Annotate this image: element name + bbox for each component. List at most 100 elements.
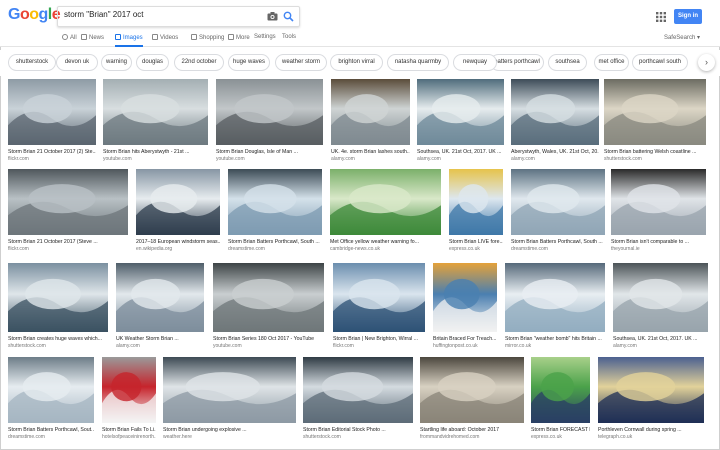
result-caption[interactable]: Storm Brian FORECAST live ...: [531, 427, 590, 433]
result-thumbnail[interactable]: [102, 357, 156, 423]
tab-news[interactable]: News: [81, 34, 104, 47]
chip-related-search[interactable]: newquay: [453, 54, 497, 71]
chip-related-search[interactable]: devon uk: [56, 54, 98, 71]
result-caption[interactable]: Aberystwyth, Wales, UK. 21st Oct, 20...: [511, 149, 599, 155]
search-box[interactable]: storm "Brian" 2017 oct: [57, 6, 300, 27]
tab-shopping[interactable]: Shopping: [191, 34, 224, 47]
image-result[interactable]: Storm Brian Batters Porthcawl, South ...…: [228, 169, 322, 255]
result-thumbnail[interactable]: [611, 169, 706, 235]
image-result[interactable]: Storm Brian Douglas, Isle of Man ... yout…: [216, 79, 323, 165]
image-result[interactable]: UK Weather Storm Brian ... alamy.com: [116, 263, 204, 352]
result-thumbnail[interactable]: [116, 263, 204, 332]
apps-grid-icon[interactable]: [656, 12, 666, 22]
result-caption[interactable]: Southsea, UK. 21st Oct, 2017. UK ...: [417, 149, 504, 155]
image-result[interactable]: Startling life aboard: October 2017 fromm…: [420, 357, 524, 443]
camera-icon[interactable]: [267, 12, 278, 21]
result-thumbnail[interactable]: [511, 169, 605, 235]
result-caption[interactable]: Storm Brian LIVE fore...: [449, 239, 503, 245]
result-caption[interactable]: Storm Brian Editorial Stock Photo ...: [303, 427, 413, 433]
chip-related-search[interactable]: batters porthcawl: [490, 54, 544, 71]
chip-related-search[interactable]: southsea: [548, 54, 587, 71]
result-caption[interactable]: Met Office yellow weather warning fo...: [330, 239, 441, 245]
result-thumbnail[interactable]: [511, 79, 599, 145]
tab-more[interactable]: More: [228, 34, 250, 47]
sign-in-button[interactable]: Sign in: [674, 9, 702, 24]
image-result[interactable]: Storm Brian Batters Porthcawl, South ...…: [511, 169, 605, 255]
result-caption[interactable]: Storm Brian Batters Porthcawl, South ...: [511, 239, 605, 245]
image-result[interactable]: Storm Brian FORECAST live ...express.co.…: [531, 357, 590, 443]
chip-related-search[interactable]: 22nd october: [174, 54, 224, 71]
result-caption[interactable]: Britain Braced For Treach...: [433, 336, 497, 342]
image-result[interactable]: Britain Braced For Treach... huffingtonpo…: [433, 263, 497, 352]
result-thumbnail[interactable]: [331, 79, 410, 145]
result-thumbnail[interactable]: [216, 79, 323, 145]
result-thumbnail[interactable]: [604, 79, 706, 145]
result-thumbnail[interactable]: [417, 79, 504, 145]
chevron-right-icon[interactable]: ›: [698, 54, 715, 71]
image-result[interactable]: Storm Brian Fails To Li... hotelsofpeacei…: [102, 357, 156, 443]
image-result[interactable]: Storm Brian Batters Porthcawl, Sout... dr…: [8, 357, 94, 443]
image-result[interactable]: Southsea, UK. 21st Oct, 2017. UK ... alam…: [417, 79, 504, 165]
google-logo[interactable]: Google: [8, 6, 61, 24]
tab-tools[interactable]: Tools: [282, 34, 296, 47]
result-caption[interactable]: Storm Brian Batters Porthcawl, Sout...: [8, 427, 94, 433]
result-thumbnail[interactable]: [8, 79, 96, 145]
image-result[interactable]: 2017–18 European windstorm seas... en.wik…: [136, 169, 220, 255]
result-thumbnail[interactable]: [449, 169, 503, 235]
image-result[interactable]: Storm Brian isn't comparable to ... theyo…: [611, 169, 706, 255]
result-caption[interactable]: Storm Brian Series 180 Oct 2017 - YouTub…: [213, 336, 324, 342]
tab-images[interactable]: Images: [115, 34, 143, 47]
chip-related-search[interactable]: brighton virral: [330, 54, 383, 71]
image-result[interactable]: UK. 4e. storm Brian lashes south... alamy…: [331, 79, 410, 165]
image-result[interactable]: Storm Brian creates huge waves which... s…: [8, 263, 108, 352]
result-thumbnail[interactable]: [103, 79, 208, 145]
chip-related-search[interactable]: met office: [594, 54, 629, 71]
result-thumbnail[interactable]: [433, 263, 497, 332]
result-caption[interactable]: Storm Brian | New Brighton, Wirral ...: [333, 336, 425, 342]
chip-related-search[interactable]: porthcawl south: [632, 54, 688, 71]
image-result[interactable]: Met Office yellow weather warning fo... c…: [330, 169, 441, 255]
search-icon[interactable]: [283, 11, 294, 22]
result-caption[interactable]: Porthleven Cornwall during spring ...: [598, 427, 704, 433]
result-caption[interactable]: UK. 4e. storm Brian lashes south...: [331, 149, 410, 155]
image-result[interactable]: Porthleven Cornwall during spring ... tel…: [598, 357, 704, 443]
tab-videos[interactable]: Videos: [152, 34, 178, 47]
image-result[interactable]: Storm Brian "weather bomb" hits Britain …: [505, 263, 605, 352]
result-thumbnail[interactable]: [330, 169, 441, 235]
result-thumbnail[interactable]: [531, 357, 590, 423]
result-caption[interactable]: 2017–18 European windstorm seas...: [136, 239, 220, 245]
result-caption[interactable]: Startling life aboard: October 2017: [420, 427, 524, 433]
result-thumbnail[interactable]: [8, 263, 108, 332]
tab-all[interactable]: All: [62, 34, 77, 47]
image-result[interactable]: Storm Brian Editorial Stock Photo ... shu…: [303, 357, 413, 443]
result-caption[interactable]: Storm Brian "weather bomb" hits Britain …: [505, 336, 605, 342]
result-thumbnail[interactable]: [505, 263, 605, 332]
result-caption[interactable]: Storm Brian 21 October 2017 (2) Ste...: [8, 149, 96, 155]
result-caption[interactable]: Storm Brian Fails To Li...: [102, 427, 156, 433]
chip-related-search[interactable]: shutterstock: [8, 54, 56, 71]
image-result[interactable]: Storm Brian battering Welsh coastline ..…: [604, 79, 706, 165]
image-result[interactable]: Aberystwyth, Wales, UK. 21st Oct, 20... a…: [511, 79, 599, 165]
result-thumbnail[interactable]: [420, 357, 524, 423]
chip-related-search[interactable]: weather storm: [275, 54, 327, 71]
result-thumbnail[interactable]: [163, 357, 296, 423]
image-result[interactable]: Storm Brian 21 October 2017 (2) Ste... fl…: [8, 79, 96, 165]
tab-settings[interactable]: Settings: [254, 34, 276, 47]
result-thumbnail[interactable]: [333, 263, 425, 332]
result-caption[interactable]: Southsea, UK. 21st Oct, 2017. UK ...: [613, 336, 708, 342]
result-caption[interactable]: Storm Brian 21 October 2017 (Steve ...: [8, 239, 128, 245]
result-thumbnail[interactable]: [8, 357, 94, 423]
result-thumbnail[interactable]: [598, 357, 704, 423]
image-result[interactable]: Storm Brian Series 180 Oct 2017 - YouTub…: [213, 263, 324, 352]
result-thumbnail[interactable]: [8, 169, 128, 235]
result-caption[interactable]: UK Weather Storm Brian ...: [116, 336, 204, 342]
chip-related-search[interactable]: douglas: [136, 54, 169, 71]
chip-related-search[interactable]: natasha quarmby: [387, 54, 449, 71]
result-thumbnail[interactable]: [213, 263, 324, 332]
image-result[interactable]: Southsea, UK. 21st Oct, 2017. UK ... alam…: [613, 263, 708, 352]
result-caption[interactable]: Storm Brian hits Aberystwyth - 21st ...: [103, 149, 208, 155]
result-caption[interactable]: Storm Brian Douglas, Isle of Man ...: [216, 149, 323, 155]
result-caption[interactable]: Storm Brian battering Welsh coastline ..…: [604, 149, 706, 155]
image-result[interactable]: Storm Brian LIVE fore... express.co.uk: [449, 169, 503, 255]
image-result[interactable]: Storm Brian | New Brighton, Wirral ... fl…: [333, 263, 425, 352]
